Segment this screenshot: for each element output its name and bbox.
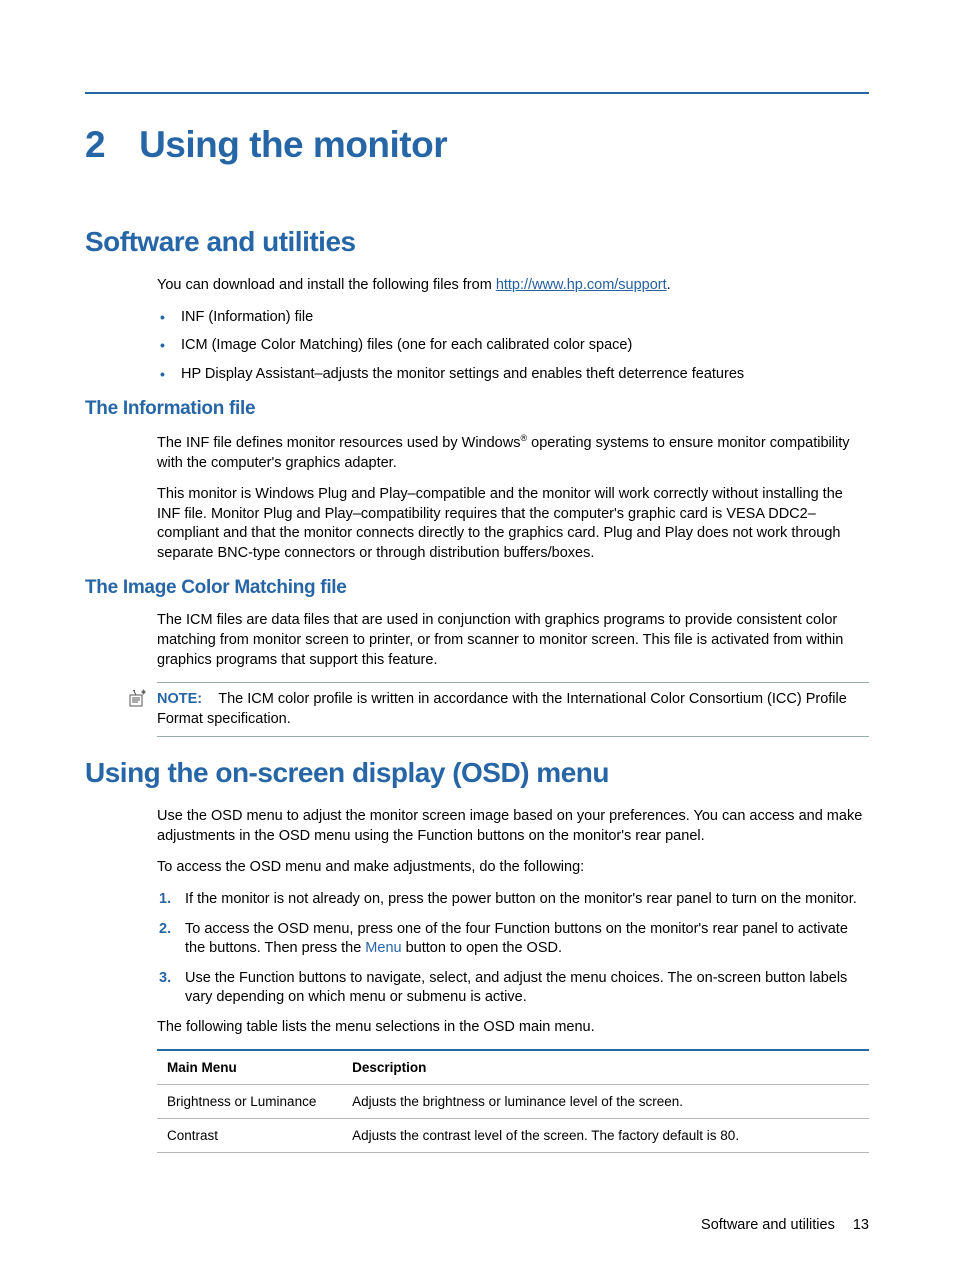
info-file-p2: This monitor is Windows Plug and Play–co…	[157, 485, 869, 563]
osd-steps: 1.If the monitor is not already on, pres…	[185, 890, 869, 1008]
software-intro-post: .	[667, 277, 671, 293]
note-box: NOTE: The ICM color profile is written i…	[157, 682, 869, 737]
info-file-p1-pre: The INF file defines monitor resources u…	[157, 435, 520, 451]
note-text	[206, 691, 218, 707]
icm-file-p1: The ICM files are data files that are us…	[157, 611, 869, 670]
table-row: Brightness or Luminance Adjusts the brig…	[157, 1085, 869, 1119]
page-content: 2 Using the monitor Software and utilitie…	[0, 0, 954, 1203]
osd-table-intro: The following table lists the menu selec…	[157, 1018, 869, 1038]
step-1-text: If the monitor is not already on, press …	[185, 891, 857, 907]
step-2: 2.To access the OSD menu, press one of t…	[185, 920, 869, 959]
subsection-icm-file-heading: The Image Color Matching file	[85, 577, 869, 599]
table-header-row: Main Menu Description	[157, 1050, 869, 1085]
software-intro: You can download and install the followi…	[157, 276, 869, 296]
software-bullets: INF (Information) file ICM (Image Color …	[181, 308, 869, 385]
support-link[interactable]: http://www.hp.com/support	[496, 277, 667, 293]
note-icon	[127, 689, 149, 716]
table-row: Contrast Adjusts the contrast level of t…	[157, 1119, 869, 1153]
osd-main-menu-table: Main Menu Description Brightness or Lumi…	[157, 1049, 869, 1153]
cell-menu: Brightness or Luminance	[157, 1085, 342, 1119]
step-number: 2.	[159, 920, 171, 940]
page-footer: Software and utilities 13	[701, 1217, 869, 1233]
list-item: ICM (Image Color Matching) files (one fo…	[181, 336, 869, 356]
osd-p1: Use the OSD menu to adjust the monitor s…	[157, 807, 869, 846]
step-1: 1.If the monitor is not already on, pres…	[185, 890, 869, 910]
chapter-title: 2 Using the monitor	[85, 124, 869, 166]
osd-p2: To access the OSD menu and make adjustme…	[157, 858, 869, 878]
subsection-information-file-heading: The Information file	[85, 398, 869, 420]
section-osd-heading: Using the on-screen display (OSD) menu	[85, 757, 869, 789]
step-2-post: button to open the OSD.	[402, 940, 562, 956]
info-file-p1: The INF file defines monitor resources u…	[157, 432, 869, 473]
cell-desc: Adjusts the contrast level of the screen…	[342, 1119, 869, 1153]
note-label: NOTE:	[157, 691, 202, 707]
chapter-number: 2	[85, 124, 105, 165]
note-body: The ICM color profile is written in acco…	[157, 691, 847, 727]
top-rule	[85, 92, 869, 94]
section-software-utilities-heading: Software and utilities	[85, 226, 869, 258]
cell-desc: Adjusts the brightness or luminance leve…	[342, 1085, 869, 1119]
step-3: 3.Use the Function buttons to navigate, …	[185, 969, 869, 1008]
step-number: 1.	[159, 890, 171, 910]
chapter-title-text: Using the monitor	[139, 124, 447, 165]
menu-button-label: Menu	[365, 940, 401, 956]
software-intro-pre: You can download and install the followi…	[157, 277, 496, 293]
step-3-text: Use the Function buttons to navigate, se…	[185, 970, 847, 1006]
page-number: 13	[853, 1217, 869, 1233]
step-number: 3.	[159, 969, 171, 989]
list-item: INF (Information) file	[181, 308, 869, 328]
footer-section: Software and utilities	[701, 1217, 835, 1233]
list-item: HP Display Assistant–adjusts the monitor…	[181, 365, 869, 385]
cell-menu: Contrast	[157, 1119, 342, 1153]
th-description: Description	[342, 1050, 869, 1085]
th-main-menu: Main Menu	[157, 1050, 342, 1085]
